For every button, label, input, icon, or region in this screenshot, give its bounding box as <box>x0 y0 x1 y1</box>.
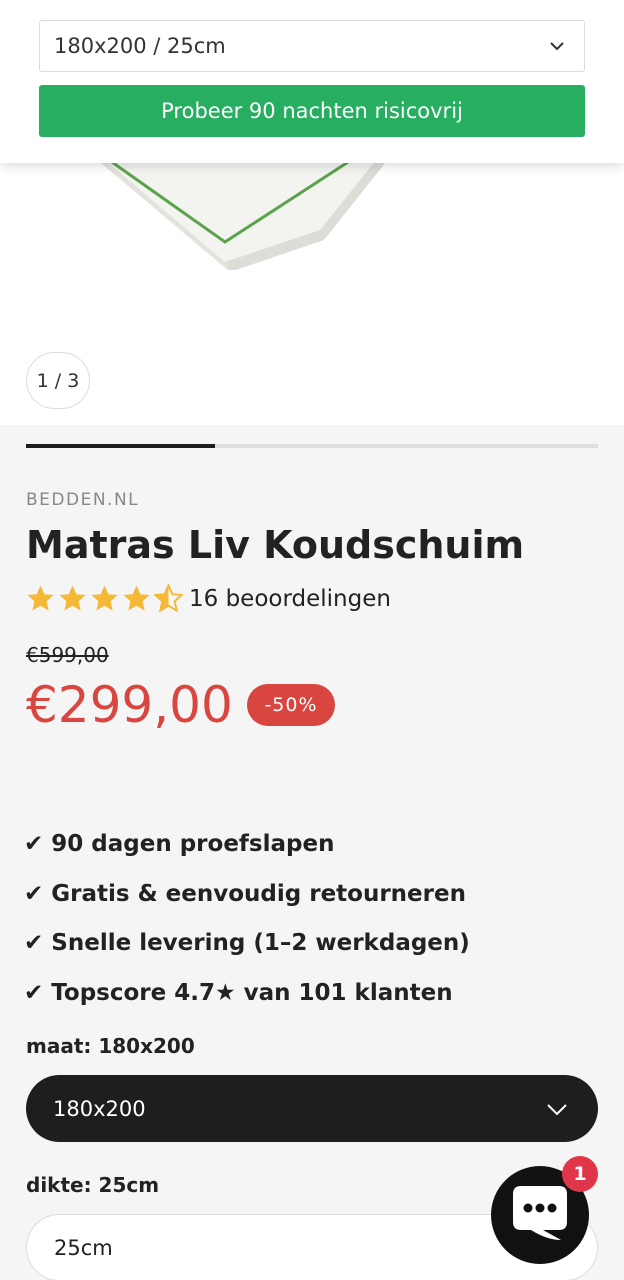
size-select-value: 180x200 <box>53 1096 146 1121</box>
variant-select-value: 180x200 / 25cm <box>54 34 226 58</box>
rating-count: 16 beoordelingen <box>189 585 391 612</box>
size-label: maat: 180x200 <box>26 1034 195 1058</box>
chevron-down-icon <box>547 1104 567 1116</box>
size-select[interactable]: 180x200 <box>26 1075 598 1142</box>
gallery-progress-bar <box>26 444 598 448</box>
usp-item: ✔ 90 dagen proefslapen <box>24 831 335 857</box>
star-icon <box>123 585 150 611</box>
half-star-icon <box>154 584 183 613</box>
sticky-add-bar: 180x200 / 25cm Probeer 90 nachten risico… <box>0 0 624 163</box>
try-risk-free-button[interactable]: Probeer 90 nachten risicovrij <box>39 85 585 137</box>
chevron-down-icon <box>550 42 564 51</box>
usp-item: ✔ Snelle levering (1–2 werkdagen) <box>24 930 470 956</box>
vendor-name[interactable]: BEDDEN.NL <box>26 490 139 510</box>
compare-at-price: €599,00 <box>26 643 109 667</box>
star-icon <box>91 585 118 611</box>
usp-item: ✔ Gratis & eenvoudig retourneren <box>24 880 466 907</box>
thickness-select-value: 25cm <box>54 1235 113 1260</box>
usp-item: ✔ Topscore 4.7★ van 101 klanten <box>24 979 453 1006</box>
thickness-label: dikte: 25cm <box>26 1173 160 1197</box>
usp-list: ✔ 90 dagen proefslapen ✔ Gratis & eenvou… <box>24 828 470 1026</box>
star-icon <box>59 585 86 611</box>
gallery-counter: 1 / 3 <box>26 352 90 409</box>
discount-badge: -50% <box>247 684 335 726</box>
variant-select[interactable]: 180x200 / 25cm <box>39 20 585 72</box>
star-icon <box>27 585 54 611</box>
rating-stars <box>26 584 183 613</box>
sale-price: €299,00 <box>26 676 233 734</box>
product-title: Matras Liv Koudschuim <box>26 523 525 567</box>
gallery-progress-fill <box>26 444 215 448</box>
chat-unread-badge: 1 <box>562 1156 598 1192</box>
product-rating[interactable]: 16 beoordelingen <box>26 584 391 613</box>
